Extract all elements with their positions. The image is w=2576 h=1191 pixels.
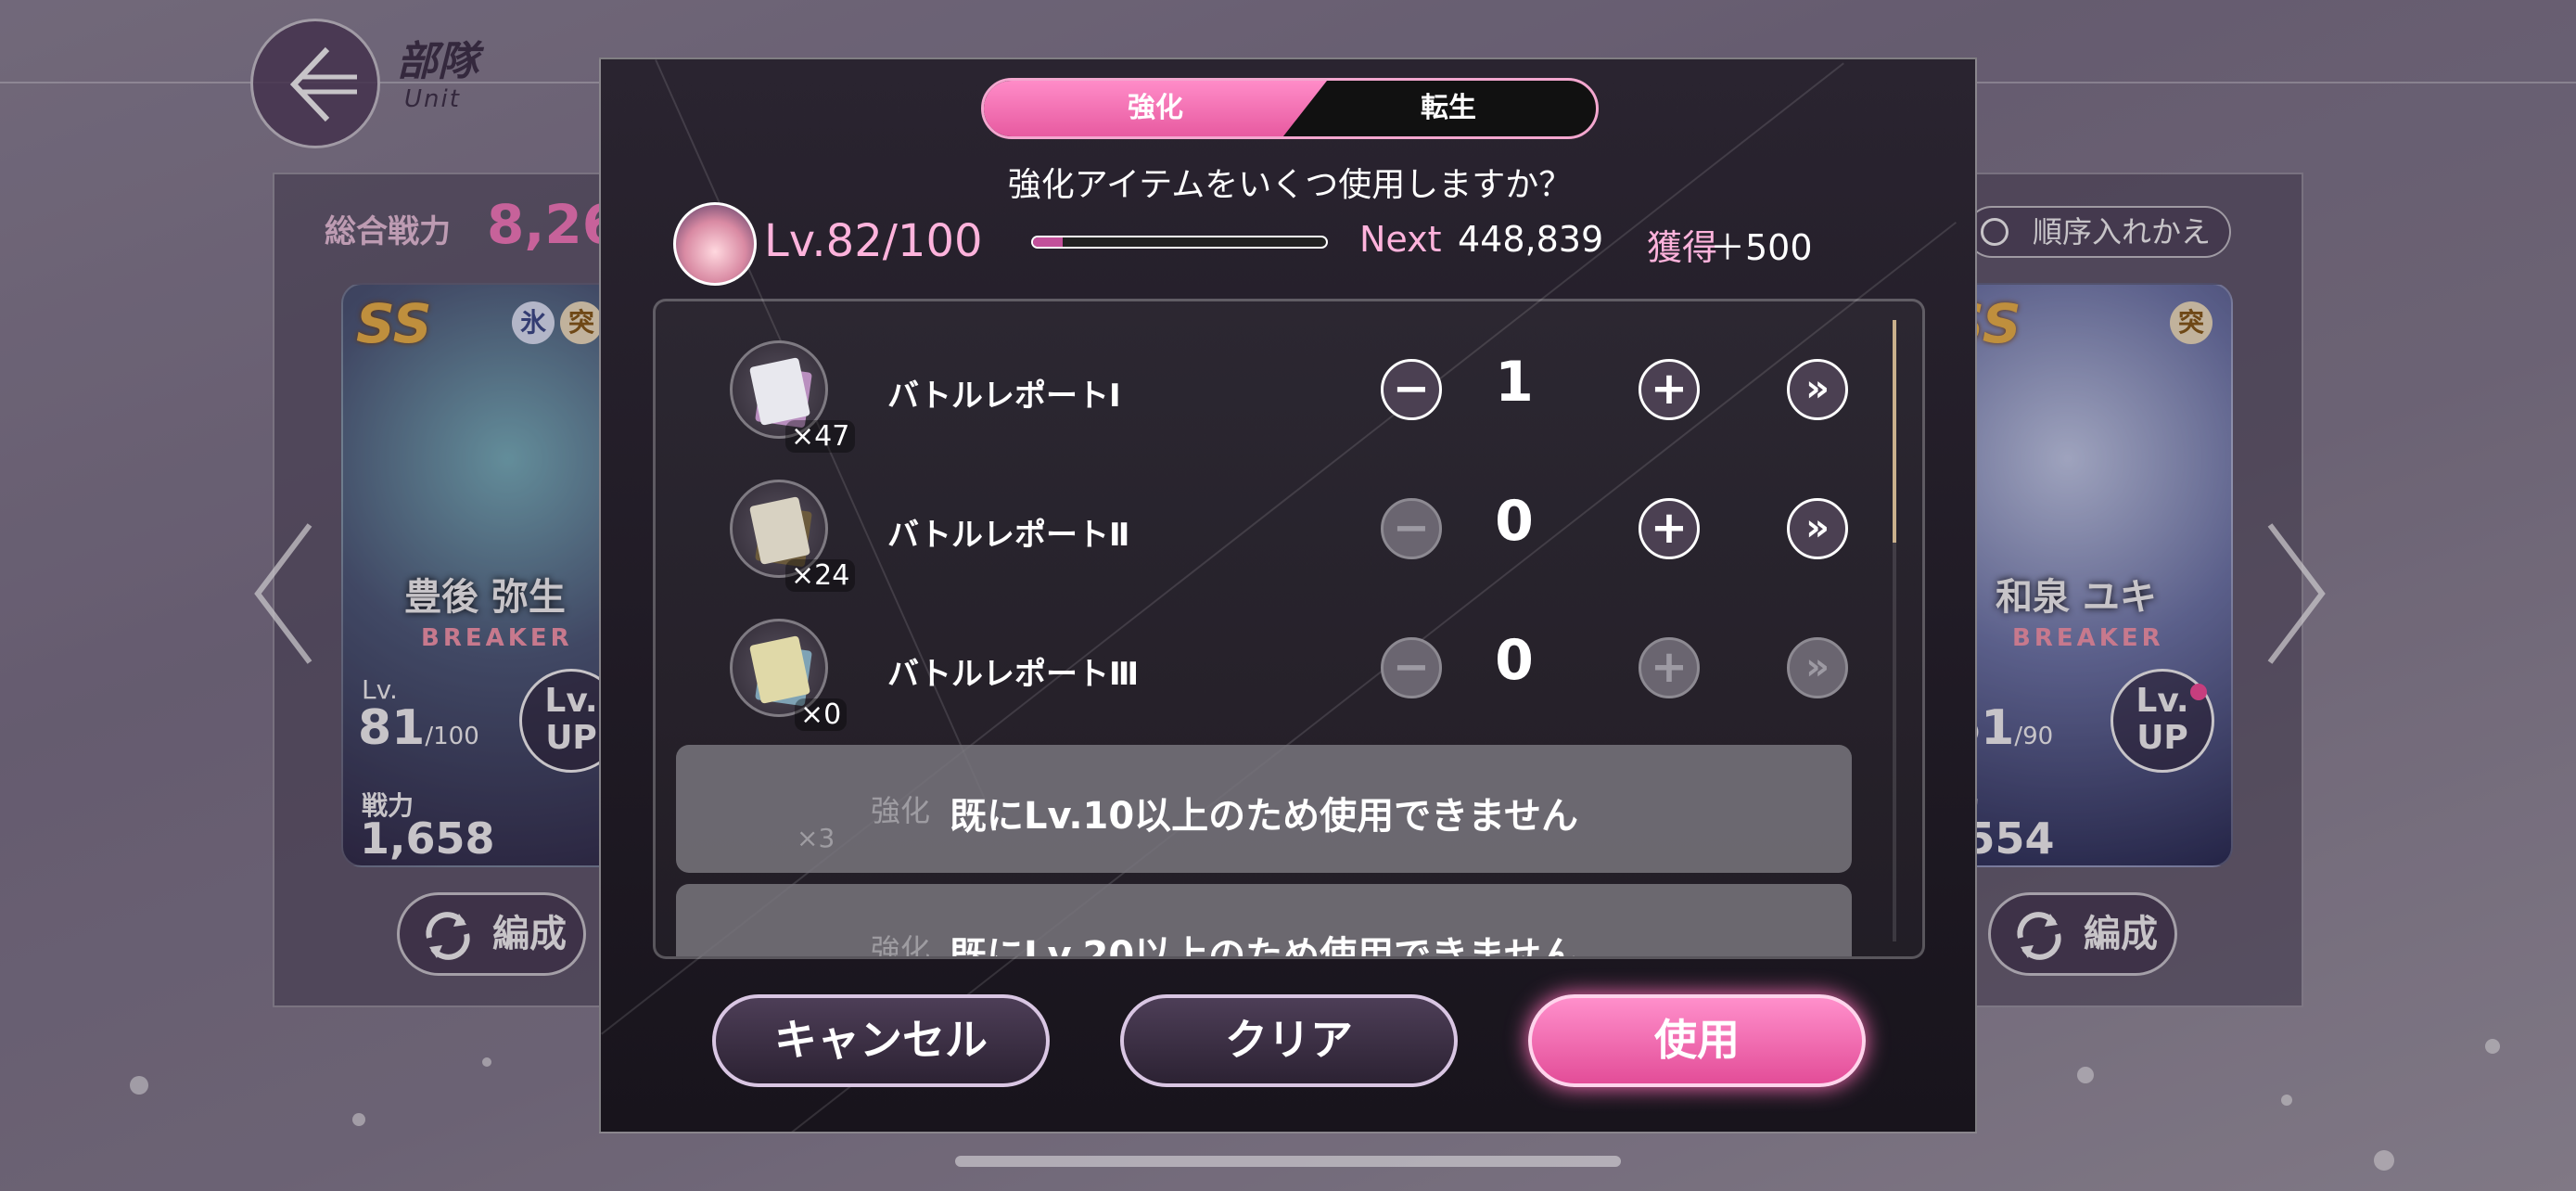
gain-value: ＋500	[1710, 227, 1813, 268]
cancel-button[interactable]: キャンセル	[712, 994, 1050, 1087]
plus-button[interactable]: +	[1639, 637, 1700, 698]
blocked-message: 既にLv.20以上のため使用できません	[950, 934, 1578, 959]
item-count: ×0	[795, 698, 848, 731]
item-count: ×47	[785, 420, 856, 453]
home-indicator[interactable]	[955, 1156, 1621, 1167]
quantity-value: 0	[1495, 489, 1534, 554]
character-avatar	[673, 202, 757, 286]
item-row: ×0 バトルレポートⅢ − 0 + »	[656, 608, 1861, 731]
experience-bar-fill	[1033, 237, 1063, 247]
minus-button[interactable]: −	[1381, 359, 1442, 420]
item-name: バトルレポートⅢ	[887, 656, 1140, 693]
max-button[interactable]: »	[1787, 637, 1848, 698]
scrollbar-thumb[interactable]	[1893, 320, 1896, 543]
dialog-question: 強化アイテムをいくつ使用しますか？	[1007, 166, 1573, 204]
tab-bar: 強化 転生	[981, 78, 1599, 139]
item-count: ×24	[785, 559, 856, 592]
next-label: Next	[1359, 219, 1442, 260]
use-button[interactable]: 使用	[1528, 994, 1866, 1087]
minus-button[interactable]: −	[1381, 498, 1442, 559]
gain-label: 獲得	[1647, 227, 1718, 268]
tab-reincarnate[interactable]: 転生	[1295, 81, 1596, 136]
level-display: Lv.82/100	[764, 215, 983, 267]
quantity-value: 1	[1495, 350, 1534, 415]
blocked-message: 既にLv.10以上のため使用できません	[950, 795, 1578, 838]
max-button[interactable]: »	[1787, 498, 1848, 559]
next-value: 448,839	[1458, 219, 1604, 260]
item-name: バトルレポートⅠ	[887, 378, 1121, 415]
clear-button[interactable]: クリア	[1120, 994, 1458, 1087]
item-row: ×24 バトルレポートⅡ − 0 + »	[656, 468, 1861, 592]
blocked-item-row: 強化 既にLv.20以上のため使用できません	[676, 884, 1852, 959]
item-name: バトルレポートⅡ	[887, 517, 1130, 554]
experience-bar	[1031, 236, 1328, 249]
item-list[interactable]: ×47 バトルレポートⅠ − 1 + » ×24 バトルレポートⅡ − 0 + …	[653, 299, 1925, 959]
item-row: ×47 バトルレポートⅠ − 1 + »	[656, 329, 1861, 453]
quantity-value: 0	[1495, 628, 1534, 693]
max-button[interactable]: »	[1787, 359, 1848, 420]
plus-button[interactable]: +	[1639, 359, 1700, 420]
blocked-item-row: 強化 ×3 既にLv.10以上のため使用できません	[676, 745, 1852, 873]
enhance-dialog: 強化 転生 強化アイテムをいくつ使用しますか？ Lv.82/100 Next 4…	[599, 58, 1977, 1133]
tab-enhance[interactable]: 強化	[984, 81, 1327, 136]
minus-button[interactable]: −	[1381, 637, 1442, 698]
plus-button[interactable]: +	[1639, 498, 1700, 559]
